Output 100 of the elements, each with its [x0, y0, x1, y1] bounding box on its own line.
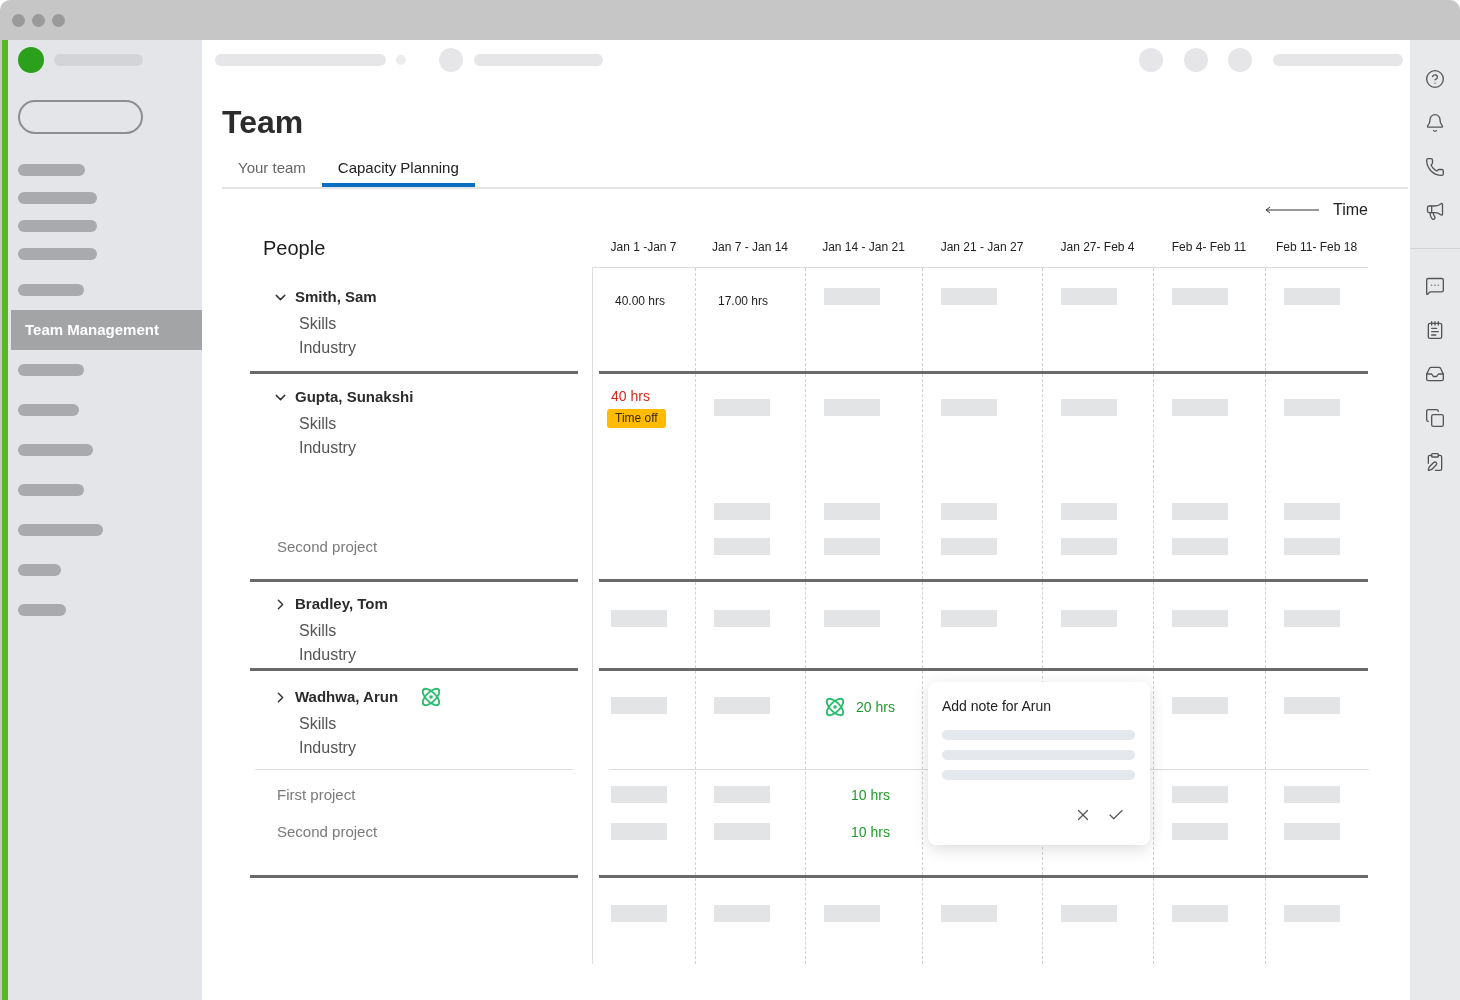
hours-text: 10 hrs [851, 822, 890, 841]
placeholder-block [941, 288, 997, 305]
column-header: Jan 21 - Jan 27 [940, 239, 1024, 256]
placeholder-bar[interactable] [18, 192, 97, 204]
person-name: Smith, Sam [295, 287, 377, 307]
detail-label: Skills [299, 414, 337, 434]
placeholder-bar[interactable] [18, 248, 97, 260]
hours-text: 40.00 hrs [615, 293, 666, 309]
placeholder-block [714, 610, 770, 627]
placeholder-block [1061, 610, 1117, 627]
clipboard-pen-icon[interactable] [1425, 452, 1445, 472]
placeholder-block [1284, 538, 1340, 555]
hours-text: 10 hrs [851, 785, 890, 804]
placeholder-bar[interactable] [18, 444, 93, 456]
copy-icon[interactable] [1425, 408, 1445, 428]
placeholder-bar[interactable] [18, 220, 97, 232]
placeholder-block [1172, 610, 1228, 627]
project-label: First project [277, 784, 356, 805]
window-control-icon[interactable] [32, 13, 45, 27]
placeholder-bar[interactable] [18, 364, 84, 376]
page-title: Team [222, 103, 304, 142]
placeholder-block [1061, 503, 1117, 520]
placeholder-block [824, 288, 880, 305]
placeholder-block [1061, 538, 1117, 555]
placeholder-block [1061, 399, 1117, 416]
placeholder-block [1284, 610, 1340, 627]
placeholder-block [824, 399, 880, 416]
placeholder-block [611, 697, 667, 714]
window-control-icon[interactable] [12, 13, 25, 27]
placeholder-block [941, 538, 997, 555]
tab[interactable]: Capacity Planning [321, 153, 475, 187]
section-title: People [263, 235, 326, 261]
detail-label: Skills [299, 621, 337, 641]
window-control-icon[interactable] [52, 13, 65, 27]
placeholder-bar[interactable] [18, 524, 103, 536]
placeholder-bar[interactable] [18, 164, 85, 176]
placeholder-bar[interactable] [18, 284, 84, 296]
bell-icon[interactable] [1425, 113, 1445, 133]
person-name: Gupta, Sunakshi [295, 387, 414, 407]
placeholder-block [1172, 503, 1228, 520]
detail-label: Industry [299, 645, 356, 665]
placeholder-block [1172, 538, 1228, 555]
placeholder-block [1172, 697, 1228, 714]
detail-label: Industry [299, 438, 356, 458]
placeholder-bar[interactable] [18, 484, 84, 496]
placeholder-block [714, 399, 770, 416]
placeholder-block [714, 823, 770, 840]
popover-title: Add note for Arun [942, 698, 1051, 714]
phone-icon[interactable] [1425, 157, 1445, 177]
chat-bubble-icon[interactable] [1425, 276, 1445, 296]
placeholder-block [611, 905, 667, 922]
placeholder-bar[interactable] [18, 564, 61, 576]
placeholder-block [941, 399, 997, 416]
placeholder-block [824, 538, 880, 555]
placeholder-block [941, 905, 997, 922]
placeholder-block [611, 786, 667, 803]
placeholder-block [1284, 786, 1340, 803]
placeholder-block [1284, 503, 1340, 520]
time-label: Time [1333, 200, 1368, 220]
project-label: Second project [277, 821, 378, 842]
column-header: Feb 4- Feb 11 [1171, 239, 1247, 256]
placeholder-block [714, 538, 770, 555]
detail-label: Skills [299, 314, 337, 334]
help-icon[interactable] [1425, 69, 1445, 89]
placeholder-block [1061, 288, 1117, 305]
column-header: Jan 7 - Jan 14 [711, 239, 789, 256]
placeholder-bar[interactable] [18, 404, 79, 416]
placeholder-block [1284, 905, 1340, 922]
placeholder-block [1061, 905, 1117, 922]
placeholder-block [714, 697, 770, 714]
placeholder-block [1172, 786, 1228, 803]
column-header: Jan 1 -Jan 7 [610, 239, 677, 256]
placeholder-block [611, 823, 667, 840]
placeholder-block [1284, 288, 1340, 305]
outline-button[interactable] [18, 100, 143, 134]
person-name: Wadhwa, Arun [295, 687, 399, 707]
time-off-badge: Time off [607, 409, 666, 428]
placeholder-block [1172, 823, 1228, 840]
hours-text: 20 hrs [856, 698, 895, 716]
placeholder-block [1284, 697, 1340, 714]
placeholder-block [824, 905, 880, 922]
column-header: Jan 14 - Jan 21 [822, 239, 905, 256]
placeholder-block [1172, 288, 1228, 305]
placeholder-block [714, 786, 770, 803]
placeholder-block [611, 610, 667, 627]
placeholder-block [714, 503, 770, 520]
column-header: Jan 27- Feb 4 [1060, 239, 1135, 256]
note-icon[interactable] [1425, 320, 1445, 340]
logo-icon[interactable] [18, 47, 44, 73]
detail-label: Industry [299, 738, 356, 758]
megaphone-icon[interactable] [1425, 201, 1445, 221]
tray-icon[interactable] [1425, 364, 1445, 384]
hours-text: 17.00 hrs [718, 293, 769, 309]
tab[interactable]: Your team [222, 153, 322, 187]
column-header: Feb 11- Feb 18 [1275, 239, 1358, 256]
placeholder-block [1284, 823, 1340, 840]
placeholder-block [824, 503, 880, 520]
detail-label: Industry [299, 338, 356, 358]
person-name: Bradley, Tom [295, 594, 388, 614]
placeholder-bar[interactable] [18, 604, 66, 616]
